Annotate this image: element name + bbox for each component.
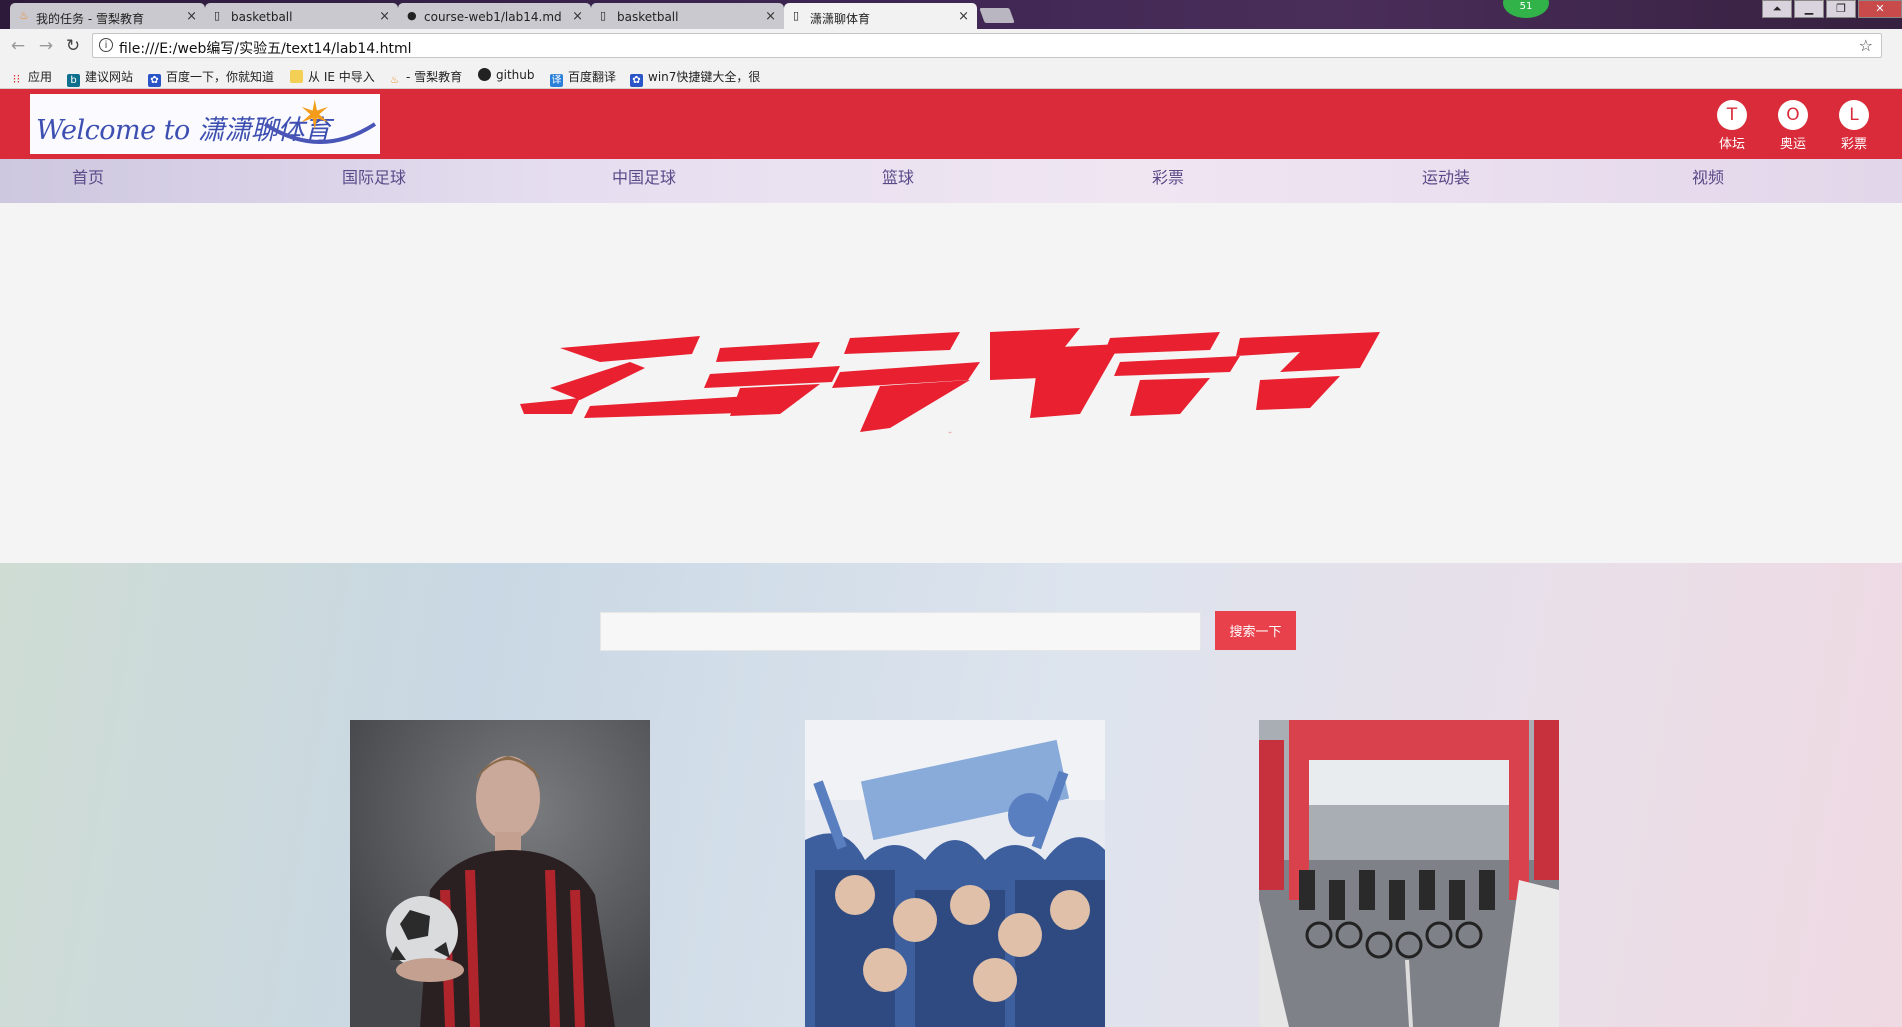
bing-icon: b [67,74,80,87]
bookmark-item[interactable]: 译百度翻译 [550,68,616,87]
folder-icon [290,70,303,83]
bookmark-label: - 雪梨教育 [406,70,463,84]
close-icon[interactable]: × [572,9,583,24]
tab-title: basketball [231,10,293,24]
tab-title: 我的任务 - 雪梨教育 [36,12,144,26]
url-text[interactable]: file:///E:/web编写/实验五/text14/lab14.html [119,38,412,58]
flame-icon: ♨ [19,9,29,22]
hero-title: 运动帮 [949,431,952,434]
github-icon: ● [407,9,417,22]
info-icon[interactable]: i [99,38,113,52]
browser-tab[interactable]: ▯ basketball × [205,3,398,29]
minimize-icon[interactable]: ▁ [1794,0,1824,18]
baidu-paw-icon: ✿ [630,74,643,87]
close-icon[interactable]: × [186,9,197,24]
notification-badge: 51 [1503,0,1549,18]
soccer-player-image [350,720,650,1027]
web-page: Welcome to 潇潇聊体育 ✶ T 体坛 O 奥运 L 彩票 首页 国际足… [0,89,1902,1027]
bookmark-label: 从 IE 中导入 [308,70,375,84]
bookmark-label: 应用 [28,70,53,84]
bookmark-item[interactable]: ♨ - 雪梨教育 [388,68,462,87]
quick-link-caipiao[interactable]: L 彩票 [1834,100,1874,152]
translate-icon: 译 [550,74,563,87]
close-icon[interactable]: × [765,9,776,24]
nav-item-home[interactable]: 首页 [72,164,104,188]
image-card-fans-crowd[interactable] [805,720,1105,1027]
site-logo[interactable]: Welcome to 潇潇聊体育 ✶ [30,94,380,154]
quick-link-label: 体坛 [1718,137,1745,152]
fans-crowd-image [805,720,1105,1027]
document-icon: ▯ [793,9,800,22]
close-icon[interactable]: × [379,9,390,24]
bookmark-label: 建议网站 [85,70,134,84]
document-icon: ▯ [214,9,221,22]
bookmark-item[interactable]: ✿ win7快捷键大全，很 [630,68,766,87]
hero-logo: 运动帮 [520,328,1380,434]
content-area: 搜索一下 [0,563,1902,1027]
bookmark-item[interactable]: ✿ 百度一下，你就知道 [148,68,274,87]
baidu-paw-icon: ✿ [148,74,161,87]
browser-tab-active[interactable]: ▯ 潇潇聊体育 × [784,3,977,29]
main-nav: 首页 国际足球 中国足球 篮球 彩票 运动装 视频 [0,159,1902,203]
nav-item-china-football[interactable]: 中国足球 [612,164,676,188]
cycling-race-image [1259,720,1559,1027]
nav-item-sportswear[interactable]: 运动装 [1422,164,1470,188]
tab-title: basketball [617,10,679,24]
bookmark-item[interactable]: github [478,68,534,82]
quick-link-aoyun[interactable]: O 奥运 [1773,100,1813,152]
address-bar[interactable]: i file:///E:/web编写/实验五/text14/lab14.html… [92,33,1882,58]
browser-toolbar: ← → ↻ i file:///E:/web编写/实验五/text14/lab1… [0,29,1902,63]
star-icon: ✶ [298,93,332,139]
browser-tab[interactable]: ▯ basketball × [591,3,784,29]
bookmarks-bar: ⁝⁝ 应用 b 建议网站 ✿ 百度一下，你就知道 从 IE 中导入 ♨ - 雪梨教育 g… [0,63,1902,89]
image-card-soccer-player[interactable] [350,720,650,1027]
apps-grid-icon: ⁝⁝ [12,72,21,86]
nav-item-intl-football[interactable]: 国际足球 [342,164,406,188]
quick-link-label: 彩票 [1840,137,1867,152]
window-controls: ⏶ ▁ ❐ ✕ [1760,0,1902,20]
quick-link-circle: O [1778,100,1808,130]
flame-icon: ♨ [390,75,399,86]
bookmark-label: win7快捷键大全，很 [648,70,761,84]
tab-title: course-web1/lab14.md [424,10,562,24]
search-input[interactable] [600,612,1201,651]
github-icon [478,68,491,81]
search-button[interactable]: 搜索一下 [1215,611,1296,650]
site-header: Welcome to 潇潇聊体育 ✶ T 体坛 O 奥运 L 彩票 [0,89,1902,159]
hero-logo-glyphs [520,328,1380,432]
quick-link-tiyu[interactable]: T 体坛 [1712,100,1752,152]
quick-link-circle: T [1717,100,1747,130]
browser-tab[interactable]: ♨ 我的任务 - 雪梨教育 × [10,3,205,29]
window-close-icon[interactable]: ✕ [1858,0,1902,18]
nav-item-basketball[interactable]: 篮球 [882,164,914,188]
reload-icon[interactable]: ↻ [63,36,83,56]
quick-link-label: 奥运 [1779,137,1806,152]
bookmark-item[interactable]: 从 IE 中导入 [290,68,375,85]
forward-arrow-icon[interactable]: → [36,36,56,56]
bookmark-label: 百度翻译 [568,70,617,84]
browser-tab[interactable]: ● course-web1/lab14.md × [398,3,591,29]
tab-title: 潇潇聊体育 [810,12,871,26]
user-icon[interactable]: ⏶ [1762,0,1792,18]
bookmark-label: 百度一下，你就知道 [166,70,275,84]
hero-banner: 运动帮 [0,203,1902,563]
close-icon[interactable]: × [958,9,969,24]
bookmark-item[interactable]: b 建议网站 [67,68,133,87]
document-icon: ▯ [600,9,607,22]
restore-icon[interactable]: ❐ [1826,0,1856,18]
quick-link-circle: L [1839,100,1869,130]
back-arrow-icon[interactable]: ← [8,36,28,56]
nav-item-lottery[interactable]: 彩票 [1152,164,1184,188]
bookmark-apps[interactable]: ⁝⁝ 应用 [10,68,52,86]
bookmark-label: github [496,68,535,82]
nav-item-video[interactable]: 视频 [1692,164,1724,188]
bookmark-star-icon[interactable]: ☆ [1859,36,1873,55]
new-tab-button[interactable] [979,8,1015,23]
image-card-cycling-race[interactable] [1259,720,1559,1027]
browser-tabstrip: ♨ 我的任务 - 雪梨教育 × ▯ basketball × ● course-… [0,0,1902,29]
